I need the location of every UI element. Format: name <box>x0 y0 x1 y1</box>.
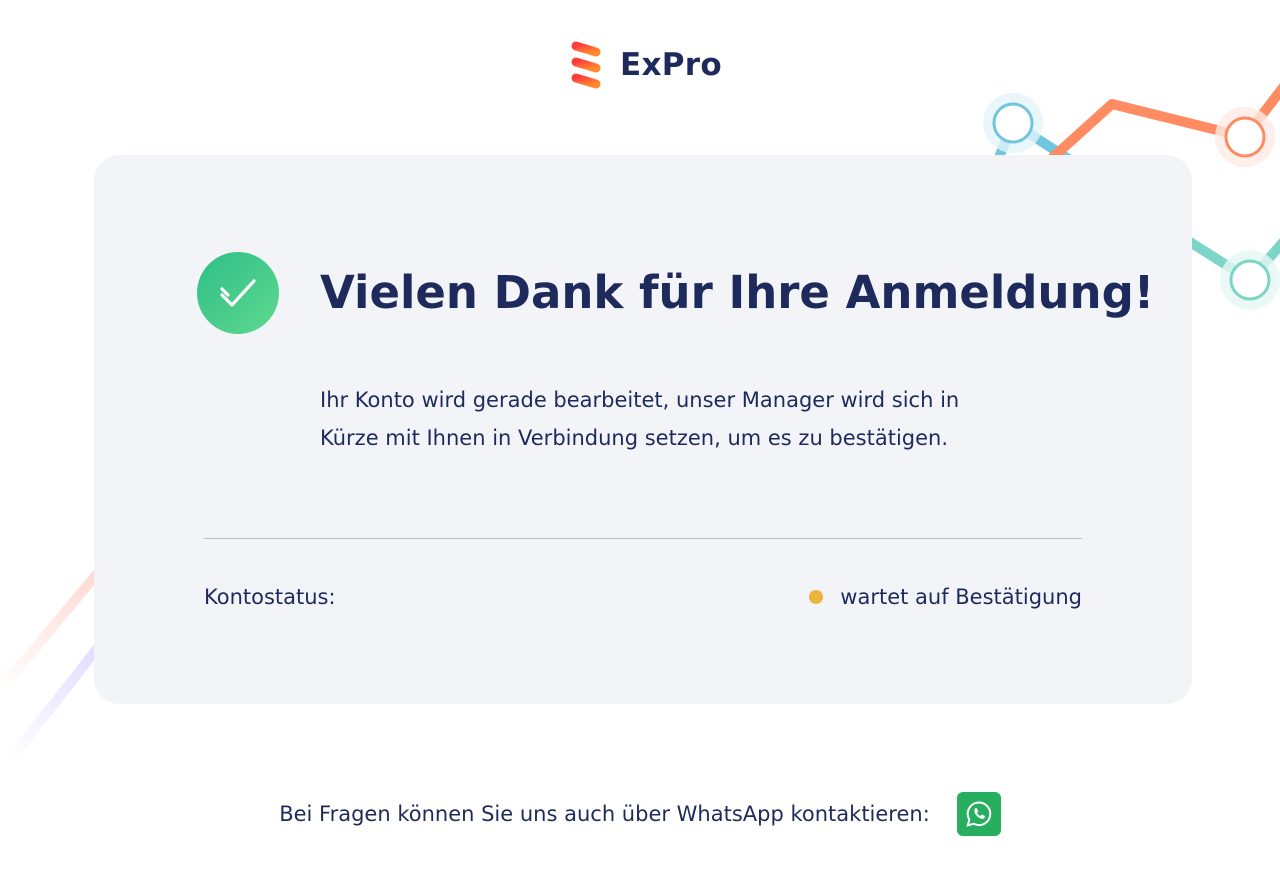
confirmation-card: Vielen Dank für Ihre Anmeldung! Ihr Kont… <box>94 155 1192 704</box>
success-badge <box>197 252 279 334</box>
whatsapp-icon <box>966 801 991 827</box>
footer-contact: Bei Fragen können Sie uns auch über What… <box>0 792 1280 836</box>
divider <box>204 538 1082 539</box>
account-status-value: wartet auf Bestätigung <box>840 585 1082 609</box>
account-status-label: Kontostatus: <box>204 585 336 609</box>
logo-mark-icon <box>571 41 601 89</box>
check-icon <box>220 279 256 307</box>
confirmation-message: Ihr Konto wird gerade bearbeitet, unser … <box>320 388 960 450</box>
whatsapp-contact-text: Bei Fragen können Sie uns auch über What… <box>279 802 930 826</box>
account-status: wartet auf Bestätigung <box>809 583 1082 611</box>
brand-logo[interactable]: ExPro <box>566 38 722 92</box>
whatsapp-button[interactable] <box>956 792 1001 836</box>
status-dot-icon <box>809 590 824 604</box>
page-title: Vielen Dank für Ihre Anmeldung! <box>320 266 1155 319</box>
brand-name: ExPro <box>620 47 722 83</box>
